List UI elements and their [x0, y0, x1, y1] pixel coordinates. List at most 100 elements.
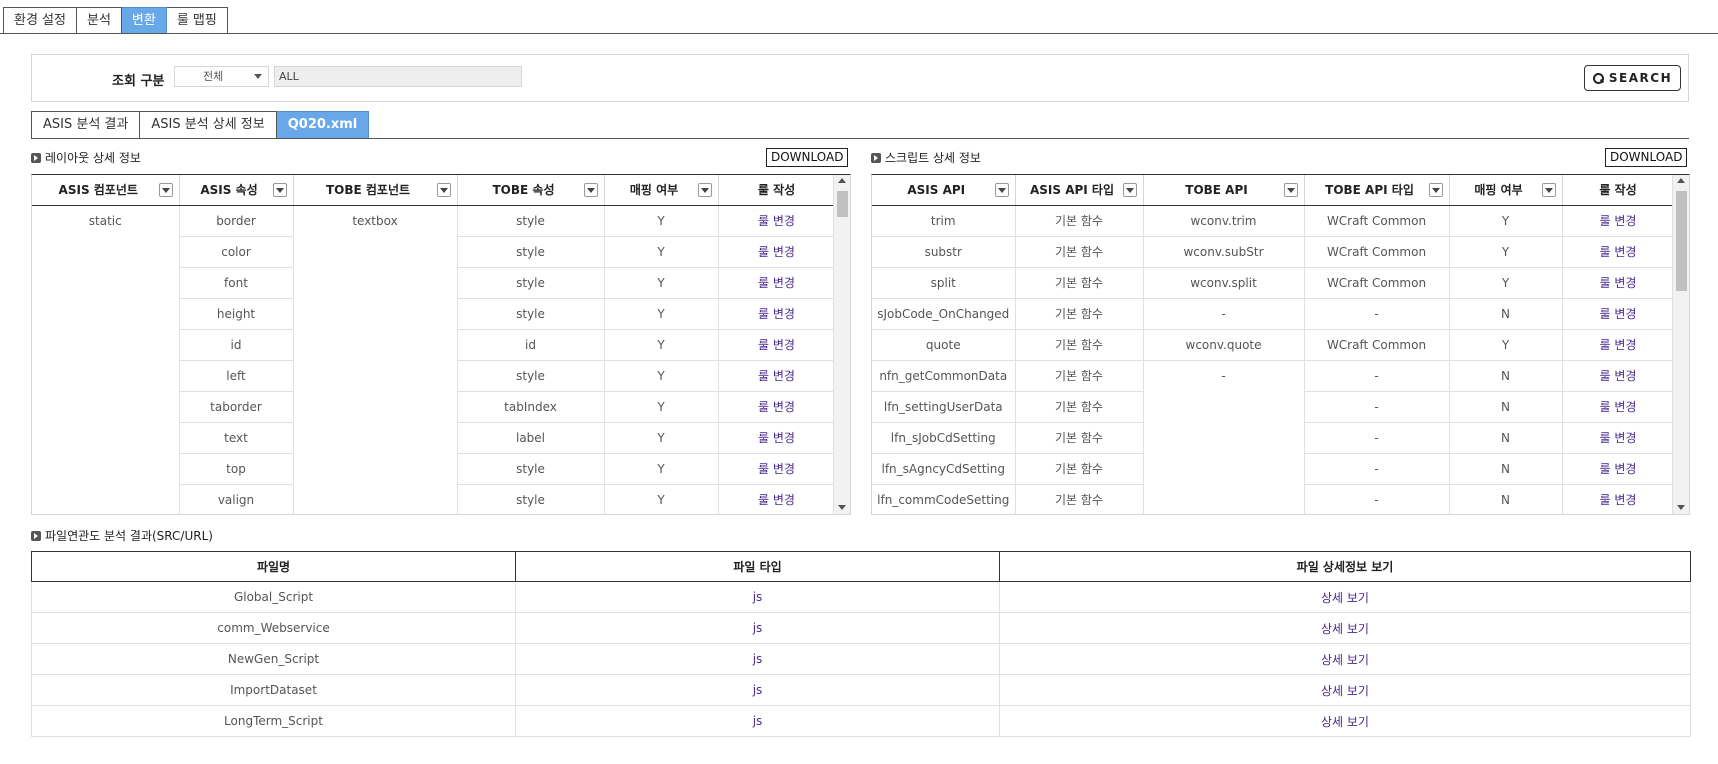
asis-attribute-cell: height: [179, 298, 294, 330]
rule-change-link[interactable]: 룰 변경: [1562, 298, 1675, 330]
view-detail-link[interactable]: 상세 보기: [999, 643, 1691, 675]
view-detail-link[interactable]: 상세 보기: [999, 612, 1691, 644]
asis-api-cell: quote: [872, 329, 1016, 361]
scroll-down-icon[interactable]: [1677, 505, 1685, 510]
search-button[interactable]: SEARCH: [1584, 65, 1681, 91]
search-icon: [1592, 73, 1604, 84]
view-detail-link[interactable]: 상세 보기: [999, 705, 1691, 737]
rule-change-link[interactable]: 룰 변경: [718, 205, 836, 237]
mapped-cell: Y: [604, 391, 719, 423]
file-name-cell: LongTerm_Script: [31, 705, 516, 737]
rule-change-link[interactable]: 룰 변경: [1562, 360, 1675, 392]
filter-dropdown-icon[interactable]: [1122, 183, 1137, 197]
rule-change-link[interactable]: 룰 변경: [1562, 329, 1675, 361]
column-header-rule: 룰 작성: [1562, 175, 1675, 206]
tobe-attribute-cell: style: [457, 205, 605, 237]
tab-asis-analysis-result[interactable]: ASIS 분석 결과: [31, 111, 141, 139]
filter-dropdown-icon[interactable]: [1428, 183, 1443, 197]
rule-change-link[interactable]: 룰 변경: [1562, 205, 1675, 237]
table-row: static border textbox style Y 룰 변경: [32, 205, 836, 514]
top-tab-bar: 환경 설정 분석 변환 룰 맵핑: [3, 7, 228, 34]
tobe-attribute-cell: style: [457, 360, 605, 392]
rule-change-link[interactable]: 룰 변경: [718, 453, 836, 485]
layout-detail-grid: ASIS 컴포넌트 ASIS 속성 TOBE 컴포넌트 TOBE 속성 매핑 여…: [31, 174, 851, 515]
scroll-thumb[interactable]: [837, 191, 848, 217]
column-header-tobe-api-type: TOBE API 타입: [1304, 175, 1450, 206]
asis-attribute-cell: color: [179, 236, 294, 268]
rule-change-link[interactable]: 룰 변경: [718, 267, 836, 299]
view-detail-link[interactable]: 상세 보기: [999, 581, 1691, 613]
script-grid-scrollbar[interactable]: [1672, 175, 1689, 514]
tobe-api-type-cell: WCraft Common: [1304, 236, 1450, 268]
tobe-attribute-cell: style: [457, 484, 605, 514]
tobe-api-type-cell: WCraft Common: [1304, 329, 1450, 361]
tab-rule-mapping[interactable]: 룰 맵핑: [166, 7, 228, 34]
file-name-cell: Global_Script: [31, 581, 516, 613]
asis-api-cell: lfn_sAgncyCdSetting: [872, 453, 1016, 485]
filter-dropdown-icon[interactable]: [272, 183, 287, 197]
tobe-attribute-cell: style: [457, 453, 605, 485]
rule-change-link[interactable]: 룰 변경: [718, 391, 836, 423]
script-download-button[interactable]: DOWNLOAD: [1605, 148, 1688, 167]
rule-change-link[interactable]: 룰 변경: [1562, 391, 1675, 423]
rule-change-link[interactable]: 룰 변경: [1562, 267, 1675, 299]
scroll-up-icon[interactable]: [838, 178, 846, 183]
asis-attribute-cell: border: [179, 205, 294, 237]
tab-file-q020[interactable]: Q020.xml: [276, 111, 370, 139]
search-type-value: 전체: [203, 70, 224, 83]
scroll-thumb[interactable]: [1676, 191, 1687, 291]
mapped-cell: Y: [1449, 205, 1563, 237]
tab-asis-analysis-detail[interactable]: ASIS 분석 상세 정보: [140, 111, 277, 139]
column-header-tobe-api: TOBE API: [1143, 175, 1305, 206]
asis-api-type-cell: 기본 함수: [1015, 298, 1144, 330]
tobe-api-cell: -: [1143, 298, 1305, 330]
layout-download-button[interactable]: DOWNLOAD: [766, 148, 849, 167]
view-detail-link[interactable]: 상세 보기: [999, 674, 1691, 706]
rule-change-link[interactable]: 룰 변경: [718, 484, 836, 514]
file-type-cell: js: [515, 643, 1000, 675]
table-row: trim 기본 함수 wconv.trim WCraft Common Y 룰 변경: [872, 205, 1675, 237]
rule-change-link[interactable]: 룰 변경: [1562, 422, 1675, 454]
scroll-down-icon[interactable]: [838, 505, 846, 510]
file-name-cell: ImportDataset: [31, 674, 516, 706]
tab-environment-settings[interactable]: 환경 설정: [3, 7, 77, 34]
table-row: sJobCode_OnChanged 기본 함수 - - N 룰 변경: [872, 298, 1675, 330]
search-input[interactable]: ALL: [274, 66, 522, 87]
tobe-api-type-cell: -: [1304, 484, 1450, 514]
scroll-up-icon[interactable]: [1677, 178, 1685, 183]
asis-attribute-cell: id: [179, 329, 294, 361]
filter-dropdown-icon[interactable]: [158, 183, 173, 197]
asis-attribute-cell: left: [179, 360, 294, 392]
filter-dropdown-icon[interactable]: [1541, 183, 1556, 197]
rule-change-link[interactable]: 룰 변경: [718, 360, 836, 392]
rule-change-link[interactable]: 룰 변경: [1562, 453, 1675, 485]
column-header-asis-api-type: ASIS API 타입: [1015, 175, 1144, 206]
tobe-api-type-cell: -: [1304, 453, 1450, 485]
sub-tab-bar: ASIS 분석 결과 ASIS 분석 상세 정보 Q020.xml: [31, 111, 370, 139]
filter-dropdown-icon[interactable]: [1283, 183, 1298, 197]
rule-change-link[interactable]: 룰 변경: [718, 422, 836, 454]
filter-dropdown-icon[interactable]: [583, 183, 598, 197]
mapped-cell: Y: [604, 267, 719, 299]
filter-dropdown-icon[interactable]: [436, 183, 451, 197]
table-row: split 기본 함수 wconv.split WCraft Common Y 룰 변경: [872, 267, 1675, 299]
rule-change-link[interactable]: 룰 변경: [718, 329, 836, 361]
rule-change-link[interactable]: 룰 변경: [1562, 484, 1675, 514]
filter-dropdown-icon[interactable]: [994, 183, 1009, 197]
rule-change-link[interactable]: 룰 변경: [718, 236, 836, 268]
script-detail-grid: ASIS API ASIS API 타입 TOBE API TOBE API 타…: [871, 174, 1690, 515]
column-header-file-name: 파일명: [31, 551, 516, 582]
filter-dropdown-icon[interactable]: [697, 183, 712, 197]
tab-conversion[interactable]: 변환: [121, 7, 167, 34]
layout-grid-scrollbar[interactable]: [833, 175, 850, 514]
asis-api-cell: lfn_settingUserData: [872, 391, 1016, 423]
rule-change-link[interactable]: 룰 변경: [1562, 236, 1675, 268]
rule-change-link[interactable]: 룰 변경: [718, 298, 836, 330]
tab-analysis[interactable]: 분석: [76, 7, 122, 34]
table-row: ImportDataset js 상세 보기: [31, 674, 1691, 706]
file-type-cell: js: [515, 612, 1000, 644]
tobe-api-type-cell: -: [1304, 360, 1450, 392]
asis-attribute-cell: text: [179, 422, 294, 454]
mapped-cell: N: [1449, 453, 1563, 485]
search-type-select[interactable]: 전체: [174, 66, 269, 87]
